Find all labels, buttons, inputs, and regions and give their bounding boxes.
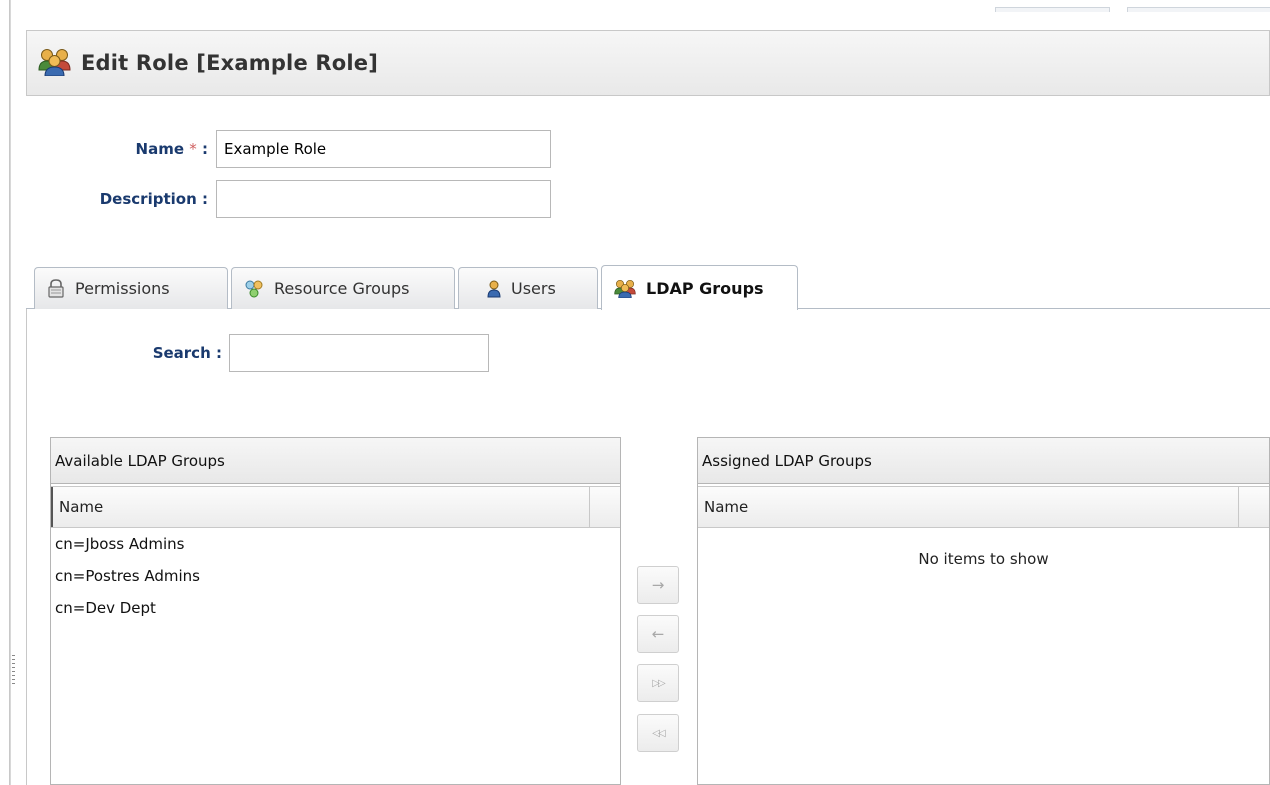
tab-resource-groups[interactable]: Resource Groups [231, 267, 455, 309]
name-column-header[interactable]: Name [698, 487, 1239, 527]
tab-label: LDAP Groups [646, 278, 764, 298]
search-label-colon: : [216, 344, 222, 362]
arrow-right-icon: → [651, 576, 665, 594]
list-item[interactable]: cn=Jboss Admins [51, 528, 620, 560]
name-column-header[interactable]: Name [51, 487, 590, 527]
name-label-group: Name * : [26, 140, 216, 158]
description-label-colon: : [202, 190, 208, 208]
assigned-groups-panel: Assigned LDAP Groups Name No items to sh… [697, 437, 1270, 785]
group-icon [38, 46, 71, 80]
resource-group-icon [244, 279, 264, 299]
search-label: Search [152, 344, 211, 362]
search-row: Search : [26, 334, 489, 372]
assigned-groups-column-header: Name [698, 486, 1269, 528]
move-left-button[interactable]: ← [637, 615, 679, 653]
description-field[interactable] [216, 180, 551, 218]
description-label: Description [99, 190, 197, 208]
name-label-colon: : [202, 140, 208, 158]
arrow-left-icon: ← [651, 625, 665, 643]
lock-icon [47, 279, 65, 298]
top-tab-hint [1127, 7, 1270, 12]
tab-label: Permissions [75, 279, 170, 298]
empty-message: No items to show [918, 550, 1049, 568]
tab-label: Resource Groups [274, 279, 410, 298]
left-panel-edge [0, 0, 10, 785]
column-menu[interactable] [1239, 487, 1269, 527]
available-groups-column-header: Name [51, 486, 620, 528]
double-arrow-right-icon: ▷▷ [652, 677, 665, 689]
available-groups-panel: Available LDAP Groups Name cn=Jboss Admi… [50, 437, 621, 785]
tab-ldap-groups[interactable]: LDAP Groups [601, 265, 798, 310]
available-groups-title: Available LDAP Groups [51, 438, 620, 484]
search-input[interactable] [229, 334, 489, 372]
search-label-group: Search : [26, 344, 229, 362]
page-title: Edit Role [Example Role] [81, 51, 379, 75]
move-right-button[interactable]: → [637, 566, 679, 604]
group-icon [614, 278, 636, 298]
splitter-handle[interactable] [12, 655, 15, 687]
description-label-group: Description : [26, 190, 216, 208]
name-row: Name * : [26, 130, 551, 168]
tab-bar: Permissions Resource Groups Users LDAP G… [26, 265, 1270, 310]
name-field[interactable] [216, 130, 551, 168]
column-menu[interactable] [590, 487, 620, 527]
tab-permissions[interactable]: Permissions [34, 267, 228, 309]
double-arrow-left-icon: ◁◁ [652, 727, 665, 739]
user-icon [487, 280, 501, 298]
left-panel-divider [10, 0, 11, 785]
list-item[interactable]: cn=Postres Admins [51, 560, 620, 592]
title-bar: Edit Role [Example Role] [26, 30, 1270, 96]
list-item[interactable]: cn=Dev Dept [51, 592, 620, 624]
assigned-groups-title: Assigned LDAP Groups [698, 438, 1269, 484]
tab-label: Users [511, 279, 556, 298]
name-label: Name [135, 140, 185, 158]
move-all-left-button[interactable]: ◁◁ [637, 714, 679, 752]
tab-users[interactable]: Users [458, 267, 598, 309]
move-all-right-button[interactable]: ▷▷ [637, 664, 679, 702]
required-mark: * [189, 140, 197, 158]
top-tab-hint [995, 7, 1110, 12]
description-row: Description : [26, 180, 551, 218]
